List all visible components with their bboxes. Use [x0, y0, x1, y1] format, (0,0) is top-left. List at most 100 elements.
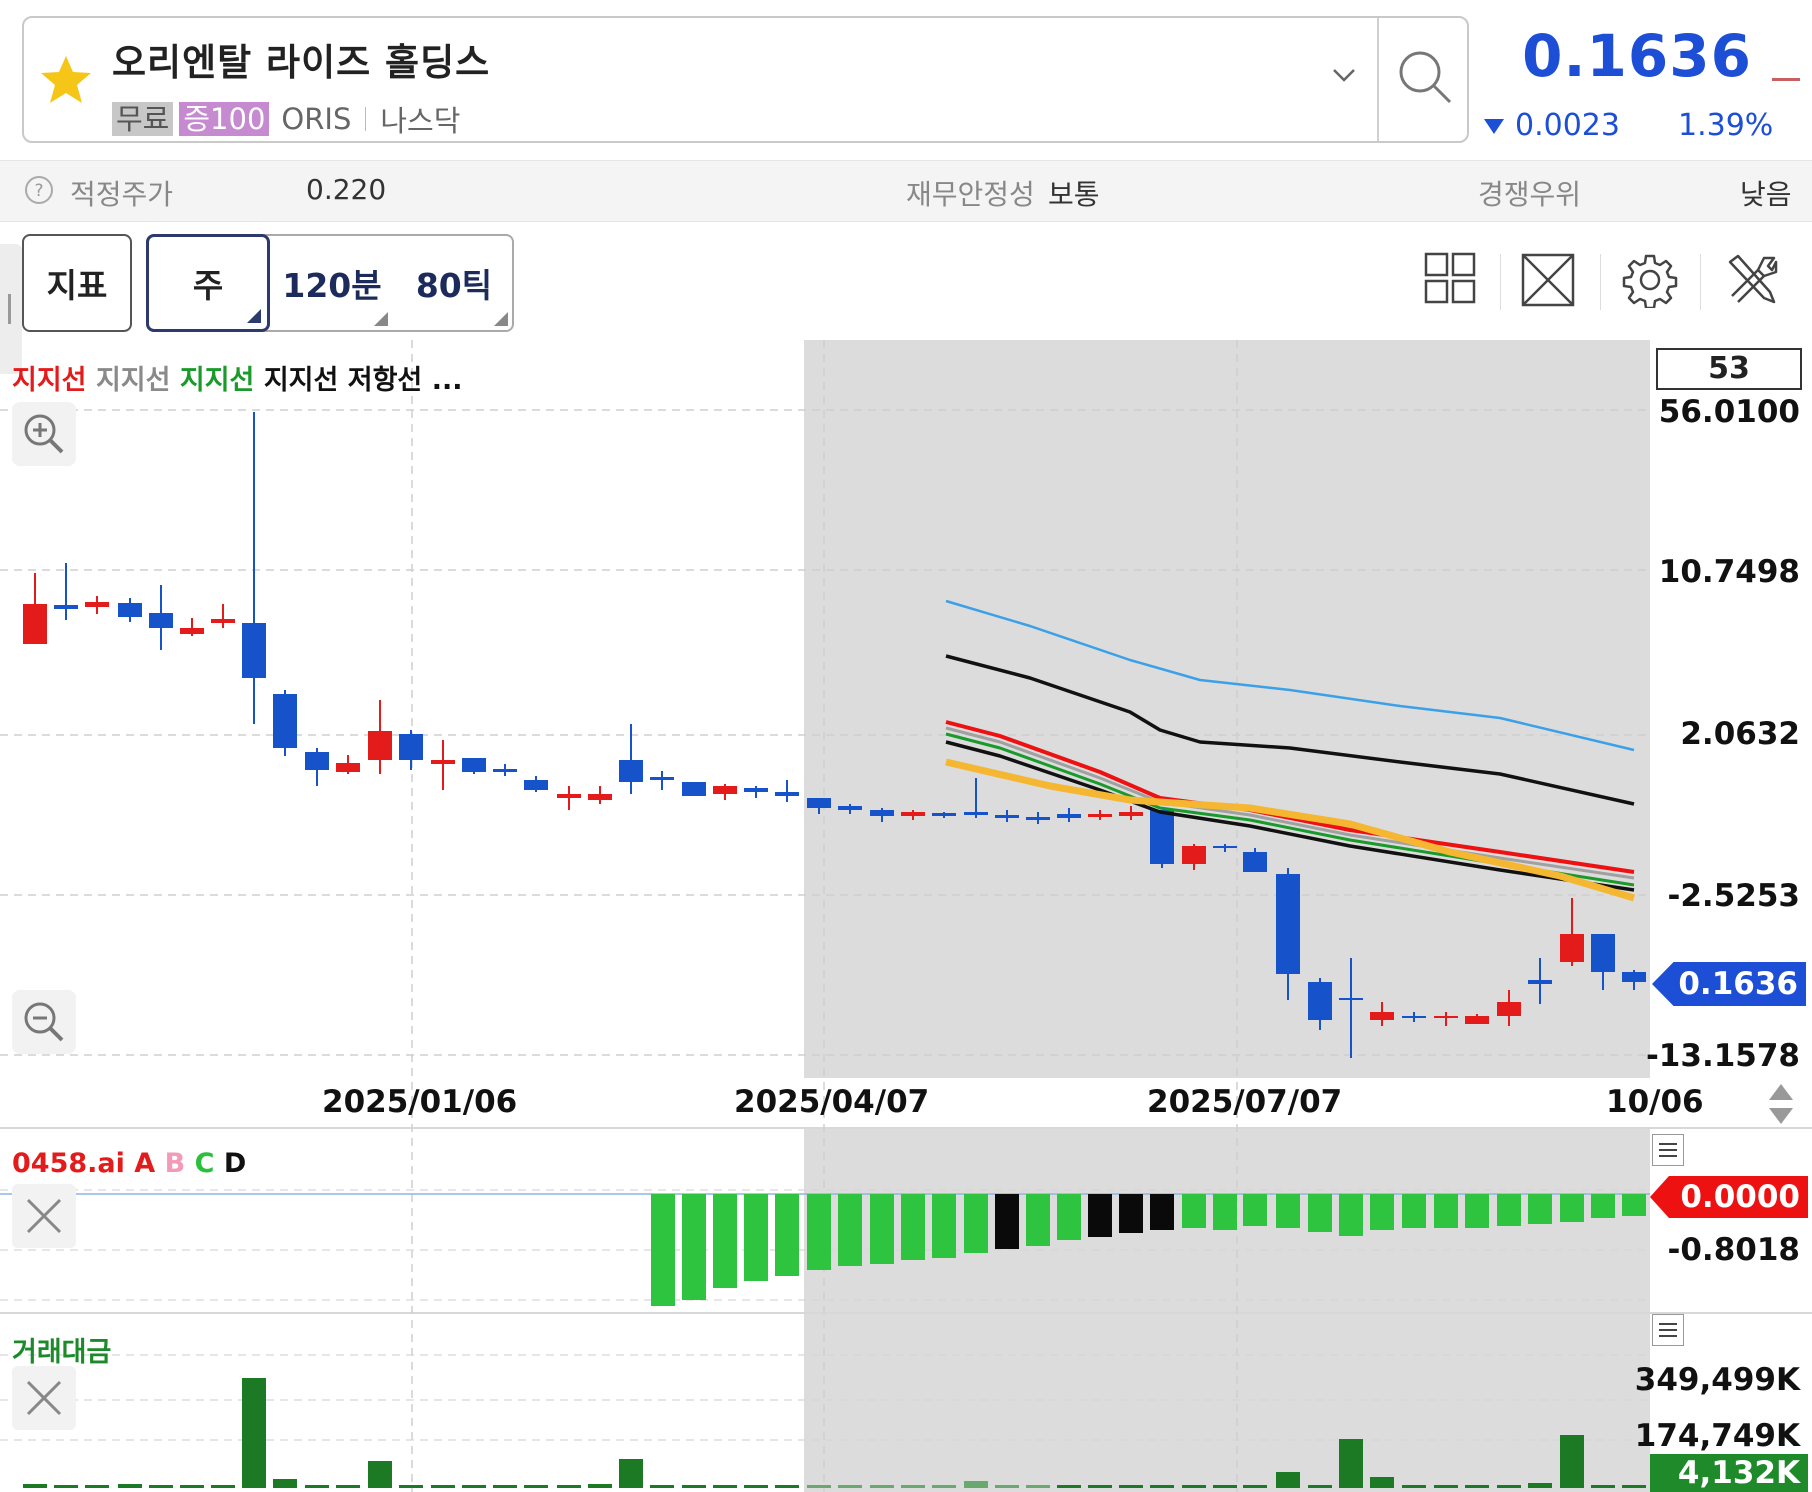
candle-body [462, 758, 486, 772]
current-price: 0.1636 [1522, 22, 1752, 90]
price-chart[interactable] [0, 340, 1812, 1492]
free-badge: 무료 [112, 102, 174, 136]
volume-menu-button[interactable] [1652, 1314, 1684, 1346]
close-indicator-button[interactable] [12, 1184, 76, 1248]
x-axis-label: 2025/04/07 [734, 1084, 930, 1120]
indicator-menu-button[interactable] [1652, 1134, 1684, 1166]
indicator-bar [713, 1194, 737, 1288]
indicator-bar [1434, 1194, 1458, 1228]
candle-body [807, 798, 831, 808]
stock-search-box[interactable]: 오리엔탈 라이즈 홀딩스 무료 증100 ORIS 나스닥 [22, 16, 1469, 143]
candle-body [1213, 846, 1237, 848]
y-axis-label: -13.1578 [1645, 1038, 1800, 1074]
candlestick [149, 585, 173, 650]
candle-body [1182, 846, 1206, 864]
volume-legend: 거래대금 [12, 1337, 112, 1368]
help-icon[interactable]: ? [24, 175, 54, 205]
fair-price-label: 적정주가 [70, 178, 174, 211]
down-triangle-icon [1484, 118, 1504, 134]
chevron-down-icon[interactable] [1331, 62, 1357, 88]
candle-body [1497, 1002, 1521, 1016]
candle-body [775, 792, 799, 796]
favorite-star-icon[interactable] [38, 54, 94, 106]
candlestick [85, 596, 109, 614]
indicator-bar [1591, 1194, 1615, 1218]
zoom-in-button[interactable] [12, 402, 76, 466]
menu-icon [1659, 1143, 1677, 1157]
period-120min-button[interactable]: 120분 [270, 234, 394, 332]
period-80tick-label: 80틱 [415, 266, 493, 305]
current-price-tag: 0.1636 [1652, 962, 1806, 1006]
volume-bar [807, 1485, 831, 1488]
settings-gear-icon[interactable] [1622, 252, 1678, 308]
volume-bar [493, 1485, 517, 1488]
volume-bar [305, 1485, 329, 1488]
candle-body [901, 812, 925, 816]
indicator-bar [838, 1194, 862, 1266]
volume-bar [85, 1485, 109, 1488]
period-80tick-button[interactable]: 80틱 [394, 234, 514, 332]
legend-more: ... [431, 365, 463, 396]
volume-bar [1339, 1439, 1363, 1488]
candle-body [336, 763, 360, 772]
legend-support-4: 지지선 [263, 365, 339, 396]
indicator-series-a: A [134, 1148, 156, 1179]
indicator-bar [870, 1194, 894, 1264]
dropdown-corner-icon [247, 309, 261, 323]
candle-body [180, 628, 204, 634]
volume-bar [713, 1485, 737, 1488]
candle-body [1150, 810, 1174, 864]
expand-icon[interactable] [1520, 252, 1576, 308]
scroll-arrows-icon[interactable] [1766, 1082, 1796, 1126]
candlestick [557, 786, 581, 810]
zoom-out-button[interactable] [12, 990, 76, 1054]
candle-body [1560, 934, 1584, 962]
candle-body [524, 780, 548, 790]
indicator-series-b: B [164, 1148, 186, 1179]
indicator-bar [807, 1194, 831, 1270]
indicator-bar [1560, 1194, 1584, 1222]
volume-bar [368, 1461, 392, 1488]
indicator-bar [1528, 1194, 1552, 1224]
volume-bar [273, 1479, 297, 1488]
candle-body [1088, 814, 1112, 817]
candle-body [211, 619, 235, 623]
indicator-button[interactable]: 지표 [22, 234, 132, 332]
volume-bar [23, 1484, 47, 1488]
candlestick [493, 764, 517, 776]
volume-bar [1434, 1485, 1458, 1488]
candle-body [242, 623, 266, 678]
search-icon[interactable] [1396, 48, 1454, 106]
volume-bar [1088, 1485, 1112, 1488]
indicator-bar [1088, 1194, 1112, 1237]
volume-bar [1150, 1485, 1174, 1488]
candlestick [431, 740, 455, 790]
indicator-bar [1057, 1194, 1081, 1240]
volume-bar [1370, 1477, 1394, 1488]
indicator-legend: 0458.ai A B C D [12, 1148, 246, 1179]
tools-icon[interactable] [1724, 252, 1780, 308]
indicator-bar [682, 1194, 706, 1300]
volume-bar [54, 1485, 78, 1488]
volume-bar [964, 1481, 988, 1488]
candle-body [431, 760, 455, 764]
volume-bar [932, 1485, 956, 1488]
candle-body [1370, 1012, 1394, 1020]
grid-layout-icon[interactable] [1424, 252, 1476, 304]
candle-body [1434, 1016, 1458, 1018]
volume-bar [1057, 1485, 1081, 1488]
period-week-button[interactable]: 주 [146, 234, 270, 332]
toolbar-divider [1600, 254, 1601, 310]
volume-bar [557, 1485, 581, 1488]
visible-bars-count[interactable]: 53 [1656, 348, 1802, 390]
candle-body [493, 769, 517, 772]
candle-body [932, 813, 956, 816]
candle-body [744, 788, 768, 792]
price-change-pct: 1.39% [1677, 108, 1774, 143]
indicator-bar [1119, 1194, 1143, 1233]
close-volume-button[interactable] [12, 1366, 76, 1430]
volume-bar [1213, 1485, 1237, 1488]
candle-body [682, 782, 706, 796]
candlestick [524, 776, 548, 792]
candle-body [273, 694, 297, 748]
